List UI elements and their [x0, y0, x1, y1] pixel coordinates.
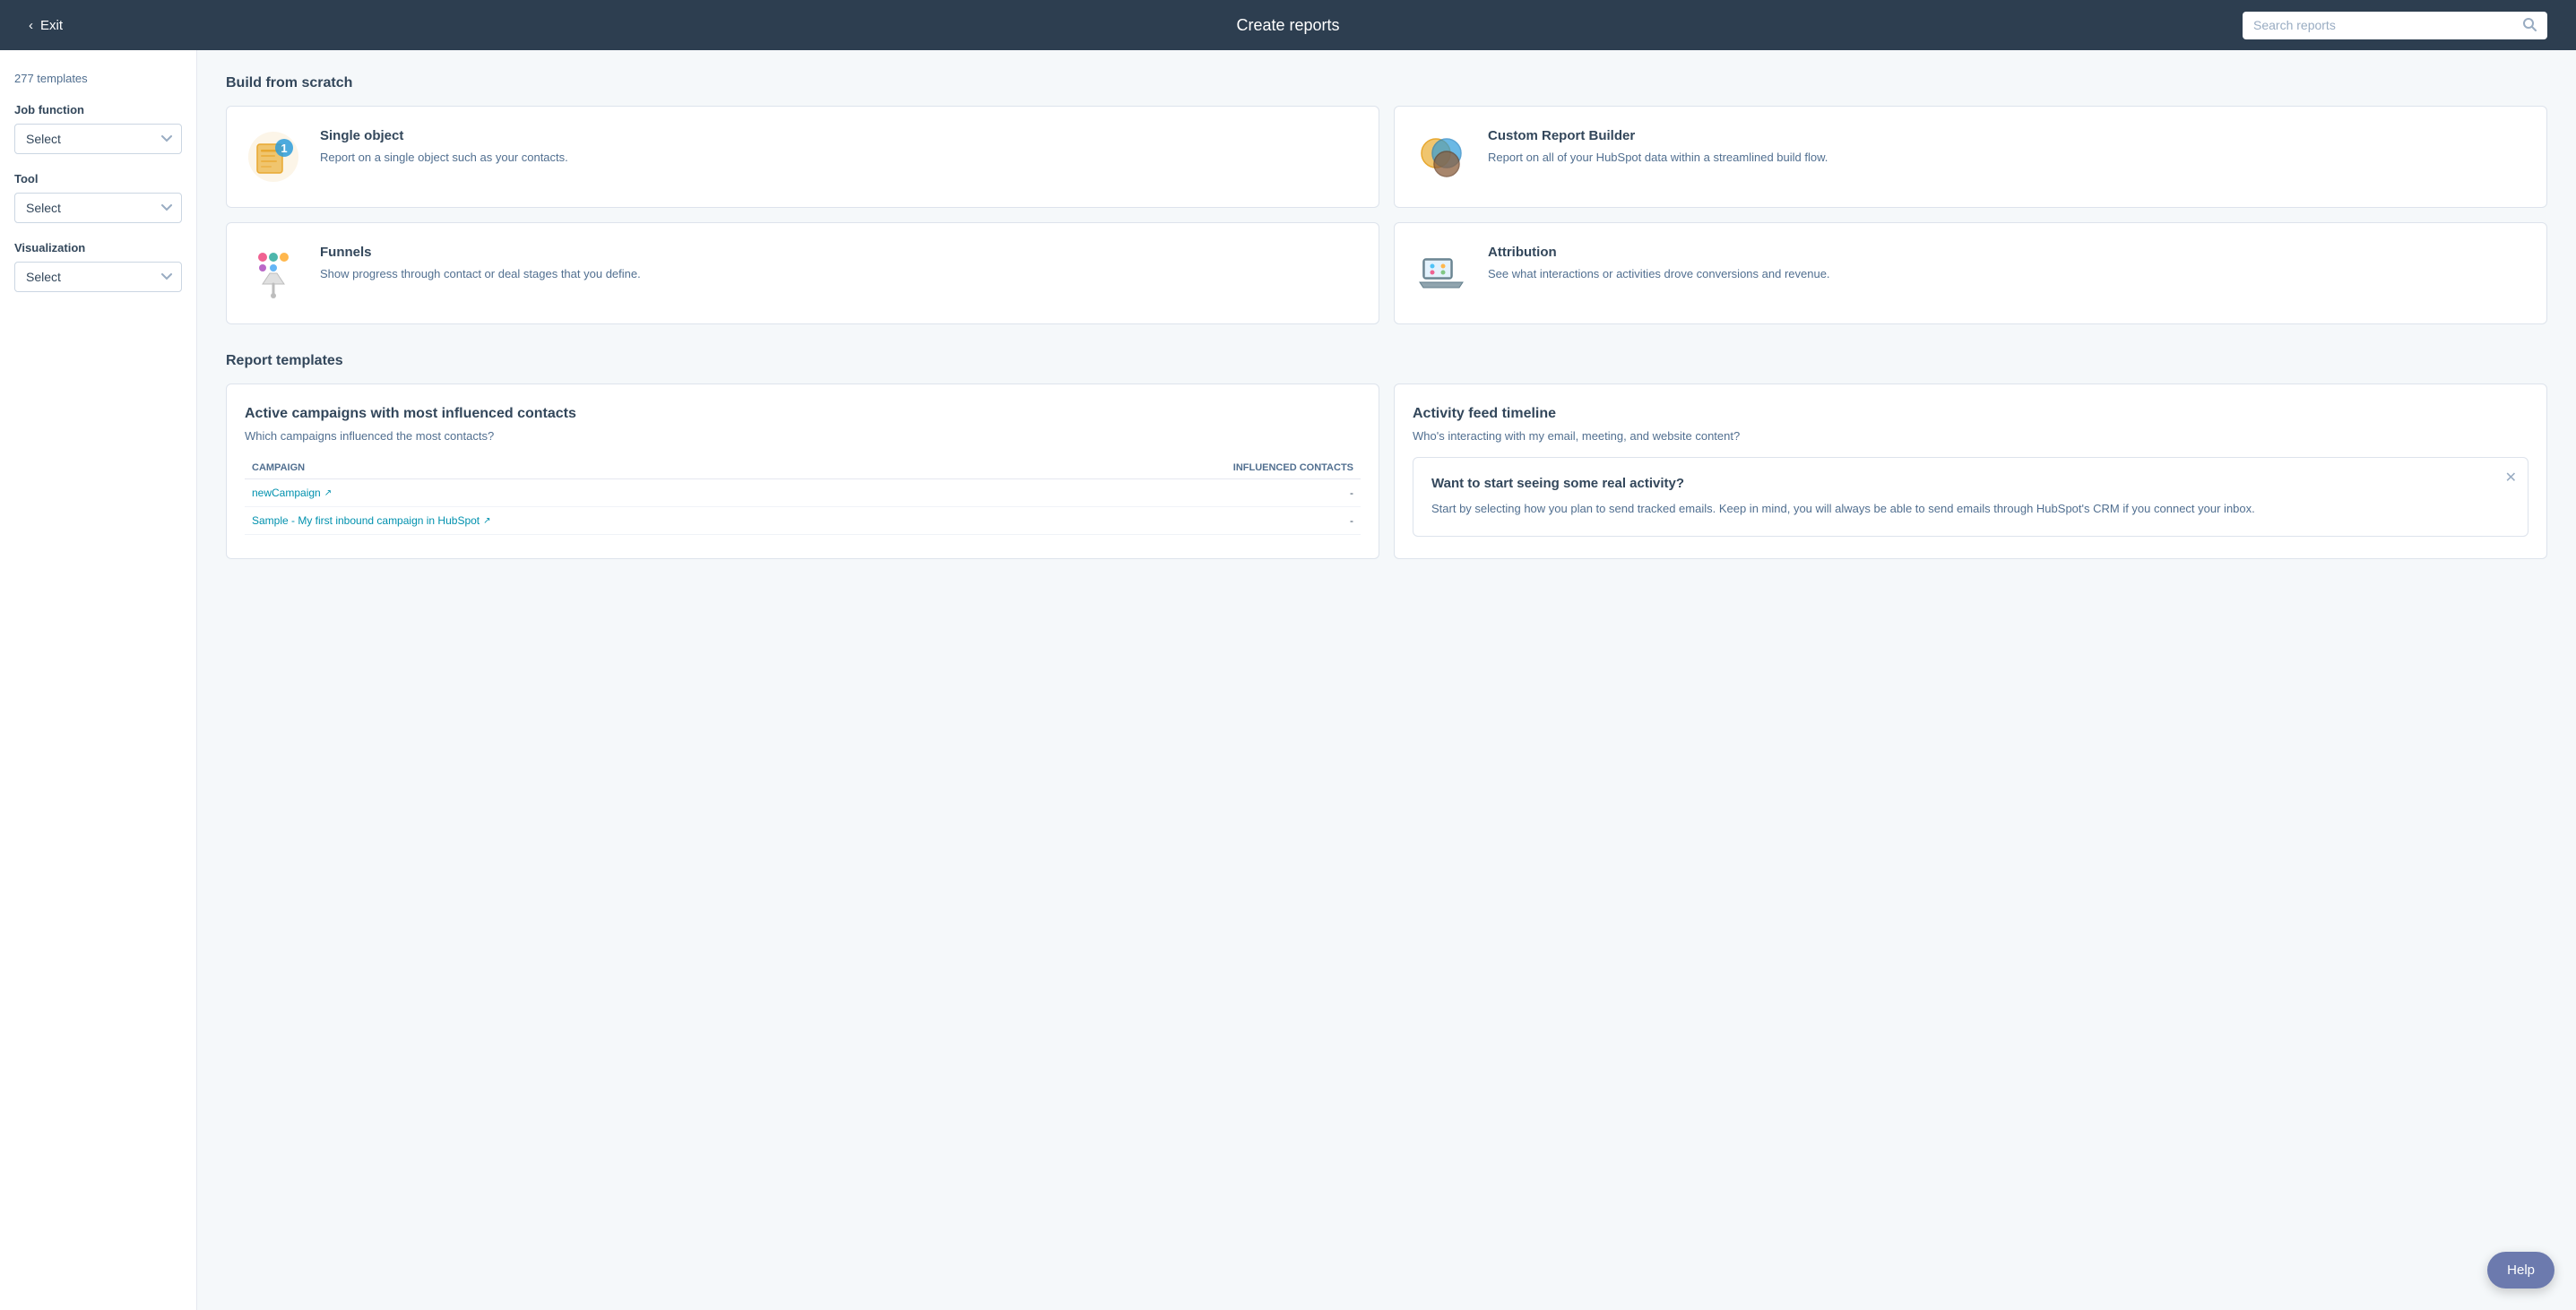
activity-overlay: ✕ Want to start seeing some real activit…	[1413, 457, 2528, 537]
tool-select[interactable]: Select	[14, 193, 182, 223]
template-count: 277 templates	[14, 72, 182, 85]
overlay-body: Start by selecting how you plan to send …	[1431, 500, 2510, 518]
job-function-select[interactable]: Select	[14, 124, 182, 154]
templates-section-title: Report templates	[226, 353, 2547, 369]
campaign-value-2: -	[973, 507, 1361, 535]
attribution-content: Attribution See what interactions or act…	[1488, 245, 1830, 283]
custom-report-card[interactable]: Custom Report Builder Report on all of y…	[1394, 106, 2547, 208]
exit-button[interactable]: ‹ Exit	[29, 18, 63, 33]
table-row: Sample - My first inbound campaign in Hu…	[245, 507, 1361, 535]
campaign-value-1: -	[973, 479, 1361, 507]
chevron-left-icon: ‹	[29, 18, 33, 33]
exit-label: Exit	[40, 18, 63, 33]
campaign-name-2: Sample - My first inbound campaign in Hu…	[252, 514, 480, 527]
overlay-heading: Want to start seeing some real activity?	[1431, 476, 2510, 491]
single-object-icon: 1	[245, 128, 302, 185]
build-from-scratch-section: Build from scratch 1	[226, 75, 2547, 324]
custom-report-title: Custom Report Builder	[1488, 128, 1828, 143]
attribution-title: Attribution	[1488, 245, 1830, 260]
funnels-icon	[245, 245, 302, 302]
visualization-filter: Visualization Select	[14, 241, 182, 292]
svg-text:1: 1	[281, 142, 287, 155]
build-cards-grid: 1 Single object Report on a single objec…	[226, 106, 2547, 324]
attribution-icon	[1413, 245, 1470, 302]
table-row: newCampaign ↗ -	[245, 479, 1361, 507]
sidebar: 277 templates Job function Select Tool S…	[0, 50, 197, 1310]
custom-report-description: Report on all of your HubSpot data withi…	[1488, 149, 1828, 167]
visualization-label: Visualization	[14, 241, 182, 254]
external-link-icon-2: ↗	[483, 516, 490, 526]
campaign-link-1[interactable]: newCampaign ↗	[252, 487, 966, 499]
search-bar	[2243, 12, 2547, 39]
single-object-description: Report on a single object such as your c…	[320, 149, 568, 167]
custom-report-icon	[1413, 128, 1470, 185]
campaign-link-2[interactable]: Sample - My first inbound campaign in Hu…	[252, 514, 966, 527]
single-object-title: Single object	[320, 128, 568, 143]
app-header: ‹ Exit Create reports	[0, 0, 2576, 50]
job-function-filter: Job function Select	[14, 103, 182, 154]
funnels-description: Show progress through contact or deal st…	[320, 265, 641, 283]
activity-feed-title: Activity feed timeline	[1413, 406, 2528, 422]
active-campaigns-card[interactable]: Active campaigns with most influenced co…	[226, 384, 1379, 559]
campaigns-col1-header: CAMPAIGN	[245, 457, 973, 479]
visualization-select[interactable]: Select	[14, 262, 182, 292]
tool-label: Tool	[14, 172, 182, 185]
single-object-card[interactable]: 1 Single object Report on a single objec…	[226, 106, 1379, 208]
campaigns-table: CAMPAIGN INFLUENCED CONTACTS newCampaign…	[245, 457, 1361, 535]
build-section-title: Build from scratch	[226, 75, 2547, 91]
tool-filter: Tool Select	[14, 172, 182, 223]
search-icon	[2522, 17, 2537, 34]
main-layout: 277 templates Job function Select Tool S…	[0, 50, 2576, 1310]
templates-grid: Active campaigns with most influenced co…	[226, 384, 2547, 559]
page-title: Create reports	[1236, 16, 1339, 35]
custom-report-content: Custom Report Builder Report on all of y…	[1488, 128, 1828, 167]
attribution-description: See what interactions or activities drov…	[1488, 265, 1830, 283]
activity-feed-subtitle: Who's interacting with my email, meeting…	[1413, 429, 2528, 443]
active-campaigns-subtitle: Which campaigns influenced the most cont…	[245, 429, 1361, 443]
funnels-content: Funnels Show progress through contact or…	[320, 245, 641, 283]
external-link-icon-1: ↗	[324, 488, 332, 498]
funnels-card[interactable]: Funnels Show progress through contact or…	[226, 222, 1379, 324]
help-button[interactable]: Help	[2487, 1252, 2554, 1288]
funnels-title: Funnels	[320, 245, 641, 260]
overlay-close-button[interactable]: ✕	[2505, 469, 2517, 487]
attribution-card[interactable]: Attribution See what interactions or act…	[1394, 222, 2547, 324]
campaigns-col2-header: INFLUENCED CONTACTS	[973, 457, 1361, 479]
activity-feed-card[interactable]: Activity feed timeline Who's interacting…	[1394, 384, 2547, 559]
report-templates-section: Report templates Active campaigns with m…	[226, 353, 2547, 559]
main-content: Build from scratch 1	[197, 50, 2576, 1310]
campaign-name-1: newCampaign	[252, 487, 321, 499]
search-input[interactable]	[2253, 18, 2515, 32]
single-object-content: Single object Report on a single object …	[320, 128, 568, 167]
active-campaigns-title: Active campaigns with most influenced co…	[245, 406, 1361, 422]
job-function-label: Job function	[14, 103, 182, 116]
